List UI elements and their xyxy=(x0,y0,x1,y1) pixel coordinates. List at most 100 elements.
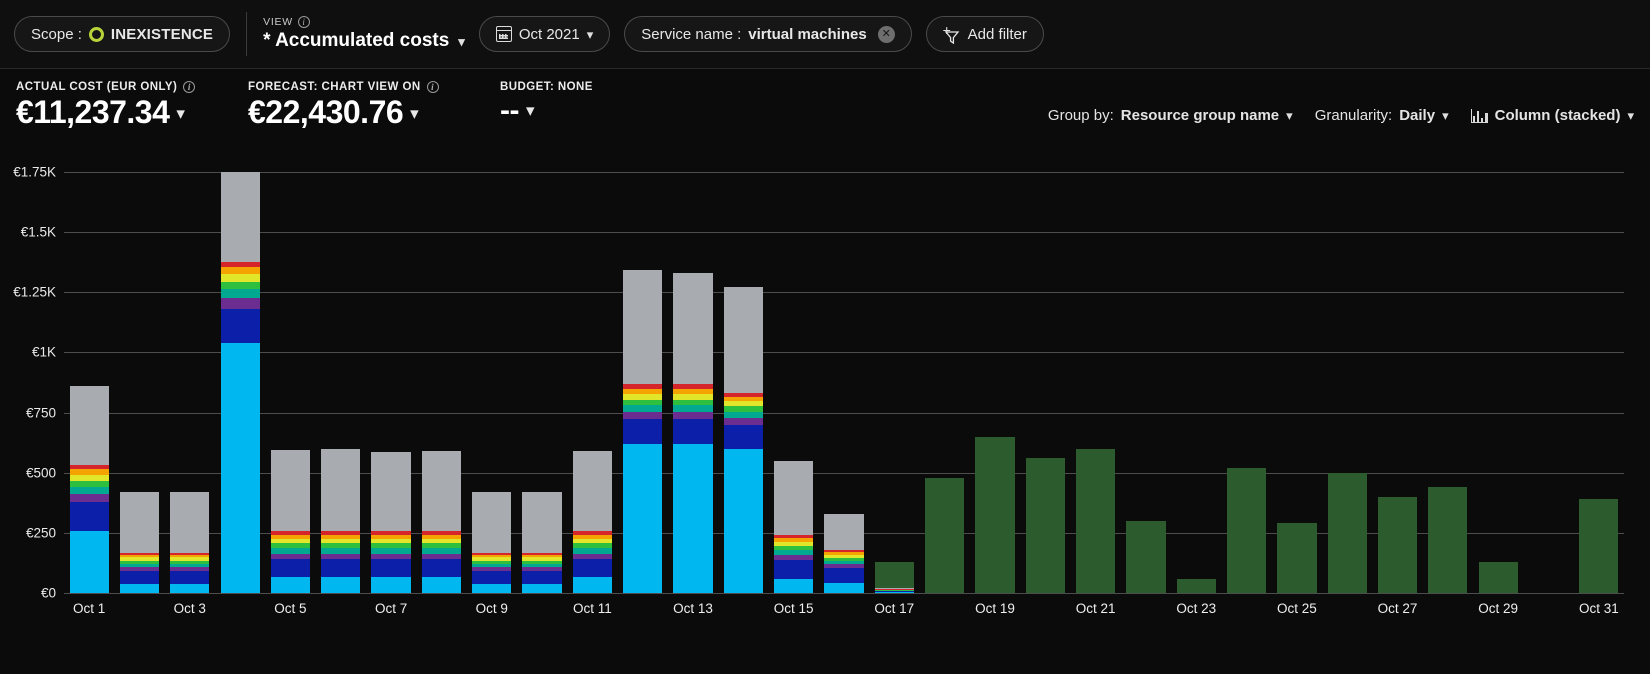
chart-bar-segment xyxy=(1075,448,1116,593)
chart-bar-segment xyxy=(421,450,462,532)
chart-bar-segment xyxy=(1176,578,1216,593)
group-by-label: Group by: xyxy=(1047,107,1114,124)
kpi-forecast-label: FORECAST: CHART VIEW ON xyxy=(248,81,421,93)
date-range-selector[interactable]: Oct 2021 ▾ xyxy=(478,16,611,52)
chart-bar[interactable] xyxy=(925,477,965,593)
chart-bar[interactable] xyxy=(774,460,814,593)
y-axis-tick-label: €1.25K xyxy=(13,284,56,300)
info-icon[interactable]: i xyxy=(183,81,196,93)
add-filter-label: Add filter xyxy=(967,25,1027,43)
kpi-actual-cost-value-row[interactable]: €11,237.34 ▾ xyxy=(16,94,195,131)
chart-bar[interactable] xyxy=(1579,499,1619,593)
chevron-down-icon: ▾ xyxy=(1286,108,1293,123)
chart-bar[interactable] xyxy=(1428,487,1468,593)
info-icon[interactable]: i xyxy=(297,16,310,28)
chart-bar[interactable] xyxy=(723,286,763,593)
chart-controls: Group by: Resource group name ▾ Granular… xyxy=(1048,107,1634,124)
chart-bar[interactable] xyxy=(321,448,361,593)
chart-bar-segment xyxy=(1226,467,1267,593)
chart-type-selector[interactable]: Column (stacked) ▾ xyxy=(1470,107,1634,124)
chart-bar-segment xyxy=(1126,520,1166,593)
chart-bar[interactable] xyxy=(572,450,612,593)
chart-bar-segment xyxy=(220,274,260,282)
chart-bar-segment xyxy=(170,584,210,593)
chart-bar-segment xyxy=(321,559,361,578)
chart-bar[interactable] xyxy=(1226,467,1267,593)
bar-chart-icon xyxy=(1470,108,1488,123)
chart-bar[interactable] xyxy=(421,450,462,593)
chart-bar-segment xyxy=(774,578,814,593)
chart-bar[interactable] xyxy=(1478,561,1518,593)
chart-bar-segment xyxy=(723,286,763,393)
chart-bar[interactable] xyxy=(673,273,713,593)
view-caption-row: VIEW i xyxy=(263,16,465,28)
chart-bar[interactable] xyxy=(170,492,210,593)
kpi-budget-value: -- xyxy=(500,94,519,127)
kpi-row: ACTUAL COST (EUR ONLY) i €11,237.34 ▾ FO… xyxy=(0,69,1650,141)
x-axis-tick-label: Oct 29 xyxy=(1478,601,1519,616)
chart-bar-segment xyxy=(1277,523,1317,593)
chart-bar[interactable] xyxy=(1126,520,1166,593)
chart-bar[interactable] xyxy=(1327,472,1367,593)
chart-bar[interactable] xyxy=(1277,523,1317,593)
chart-bar-segment xyxy=(623,419,663,445)
chart-bar[interactable] xyxy=(522,491,562,593)
chart-bars xyxy=(64,160,1624,593)
chart-bar[interactable] xyxy=(874,561,914,593)
chart-bar-segment xyxy=(1377,496,1418,593)
kpi-forecast: FORECAST: CHART VIEW ON i €22,430.76 ▾ xyxy=(248,81,439,131)
add-filter-icon: + xyxy=(943,23,961,44)
toolbar-divider xyxy=(246,12,248,56)
chart-bar-segment xyxy=(170,492,210,553)
chart-bar[interactable] xyxy=(1377,496,1418,593)
granularity-selector[interactable]: Granularity: Daily ▾ xyxy=(1315,107,1449,124)
x-axis-tick-label: Oct 15 xyxy=(773,601,814,616)
chart-bar-segment xyxy=(69,494,109,503)
kpi-forecast-value-row[interactable]: €22,430.76 ▾ xyxy=(248,94,439,131)
chart-bar-segment xyxy=(371,577,411,593)
chart-bar-segment xyxy=(220,308,260,343)
group-by-selector[interactable]: Group by: Resource group name ▾ xyxy=(1048,107,1293,124)
scope-selector[interactable]: Scope : INEXISTENCE xyxy=(14,16,231,52)
chart-bar[interactable] xyxy=(220,172,260,593)
chart-bar-segment xyxy=(673,273,713,385)
chart-x-axis: Oct 1 Oct 3 Oct 5 Oct 7 Oct 9 Oct 11 Oct 13 Oct… xyxy=(64,601,1624,629)
chart-bar[interactable] xyxy=(975,436,1015,593)
chart-bar[interactable] xyxy=(371,451,411,593)
chart-bar-segment xyxy=(270,559,311,578)
chart-bar-segment xyxy=(673,444,713,593)
chart-bar-segment xyxy=(774,560,814,579)
chart-bar-segment xyxy=(723,448,763,593)
y-axis-tick-label: €1.5K xyxy=(20,224,56,240)
chart-bar[interactable] xyxy=(270,449,311,593)
view-selector[interactable]: * Accumulated costs ▾ xyxy=(263,30,465,52)
kpi-budget: BUDGET: NONE -- ▾ xyxy=(500,81,593,128)
filter-chip-service-name[interactable]: Service name : virtual machines ✕ xyxy=(624,16,912,52)
x-axis-tick-label: Oct 1 xyxy=(73,601,106,616)
chart-bar[interactable] xyxy=(824,513,864,593)
info-icon[interactable]: i xyxy=(426,81,439,93)
x-axis-tick-label: Oct 23 xyxy=(1176,601,1217,616)
kpi-forecast-label-row: FORECAST: CHART VIEW ON i xyxy=(248,81,439,93)
chart-bar-segment xyxy=(69,530,109,593)
chart-bar-segment xyxy=(220,289,260,299)
chart-bar-segment xyxy=(119,492,160,553)
chart-bar[interactable] xyxy=(1075,448,1116,593)
chart-bar-segment xyxy=(824,582,864,593)
chart-bar[interactable] xyxy=(1176,578,1216,593)
chart-bar[interactable] xyxy=(119,492,160,593)
close-icon[interactable]: ✕ xyxy=(877,25,895,43)
chart-bar-segment xyxy=(69,502,109,531)
chart-bar-segment xyxy=(522,570,562,584)
scope-value: INEXISTENCE xyxy=(110,25,214,43)
chart-bar[interactable] xyxy=(472,491,512,593)
chart-bar[interactable] xyxy=(1025,458,1065,593)
kpi-budget-value-row[interactable]: -- ▾ xyxy=(500,94,593,128)
chart-bar-segment xyxy=(119,570,160,585)
chart-bar[interactable] xyxy=(623,269,663,593)
add-filter-button[interactable]: + Add filter xyxy=(925,16,1044,52)
chevron-down-icon: ▾ xyxy=(1627,108,1634,123)
chart-bar[interactable] xyxy=(69,385,109,593)
chart-bar-segment xyxy=(623,405,663,413)
x-axis-tick-label: Oct 9 xyxy=(475,601,508,616)
